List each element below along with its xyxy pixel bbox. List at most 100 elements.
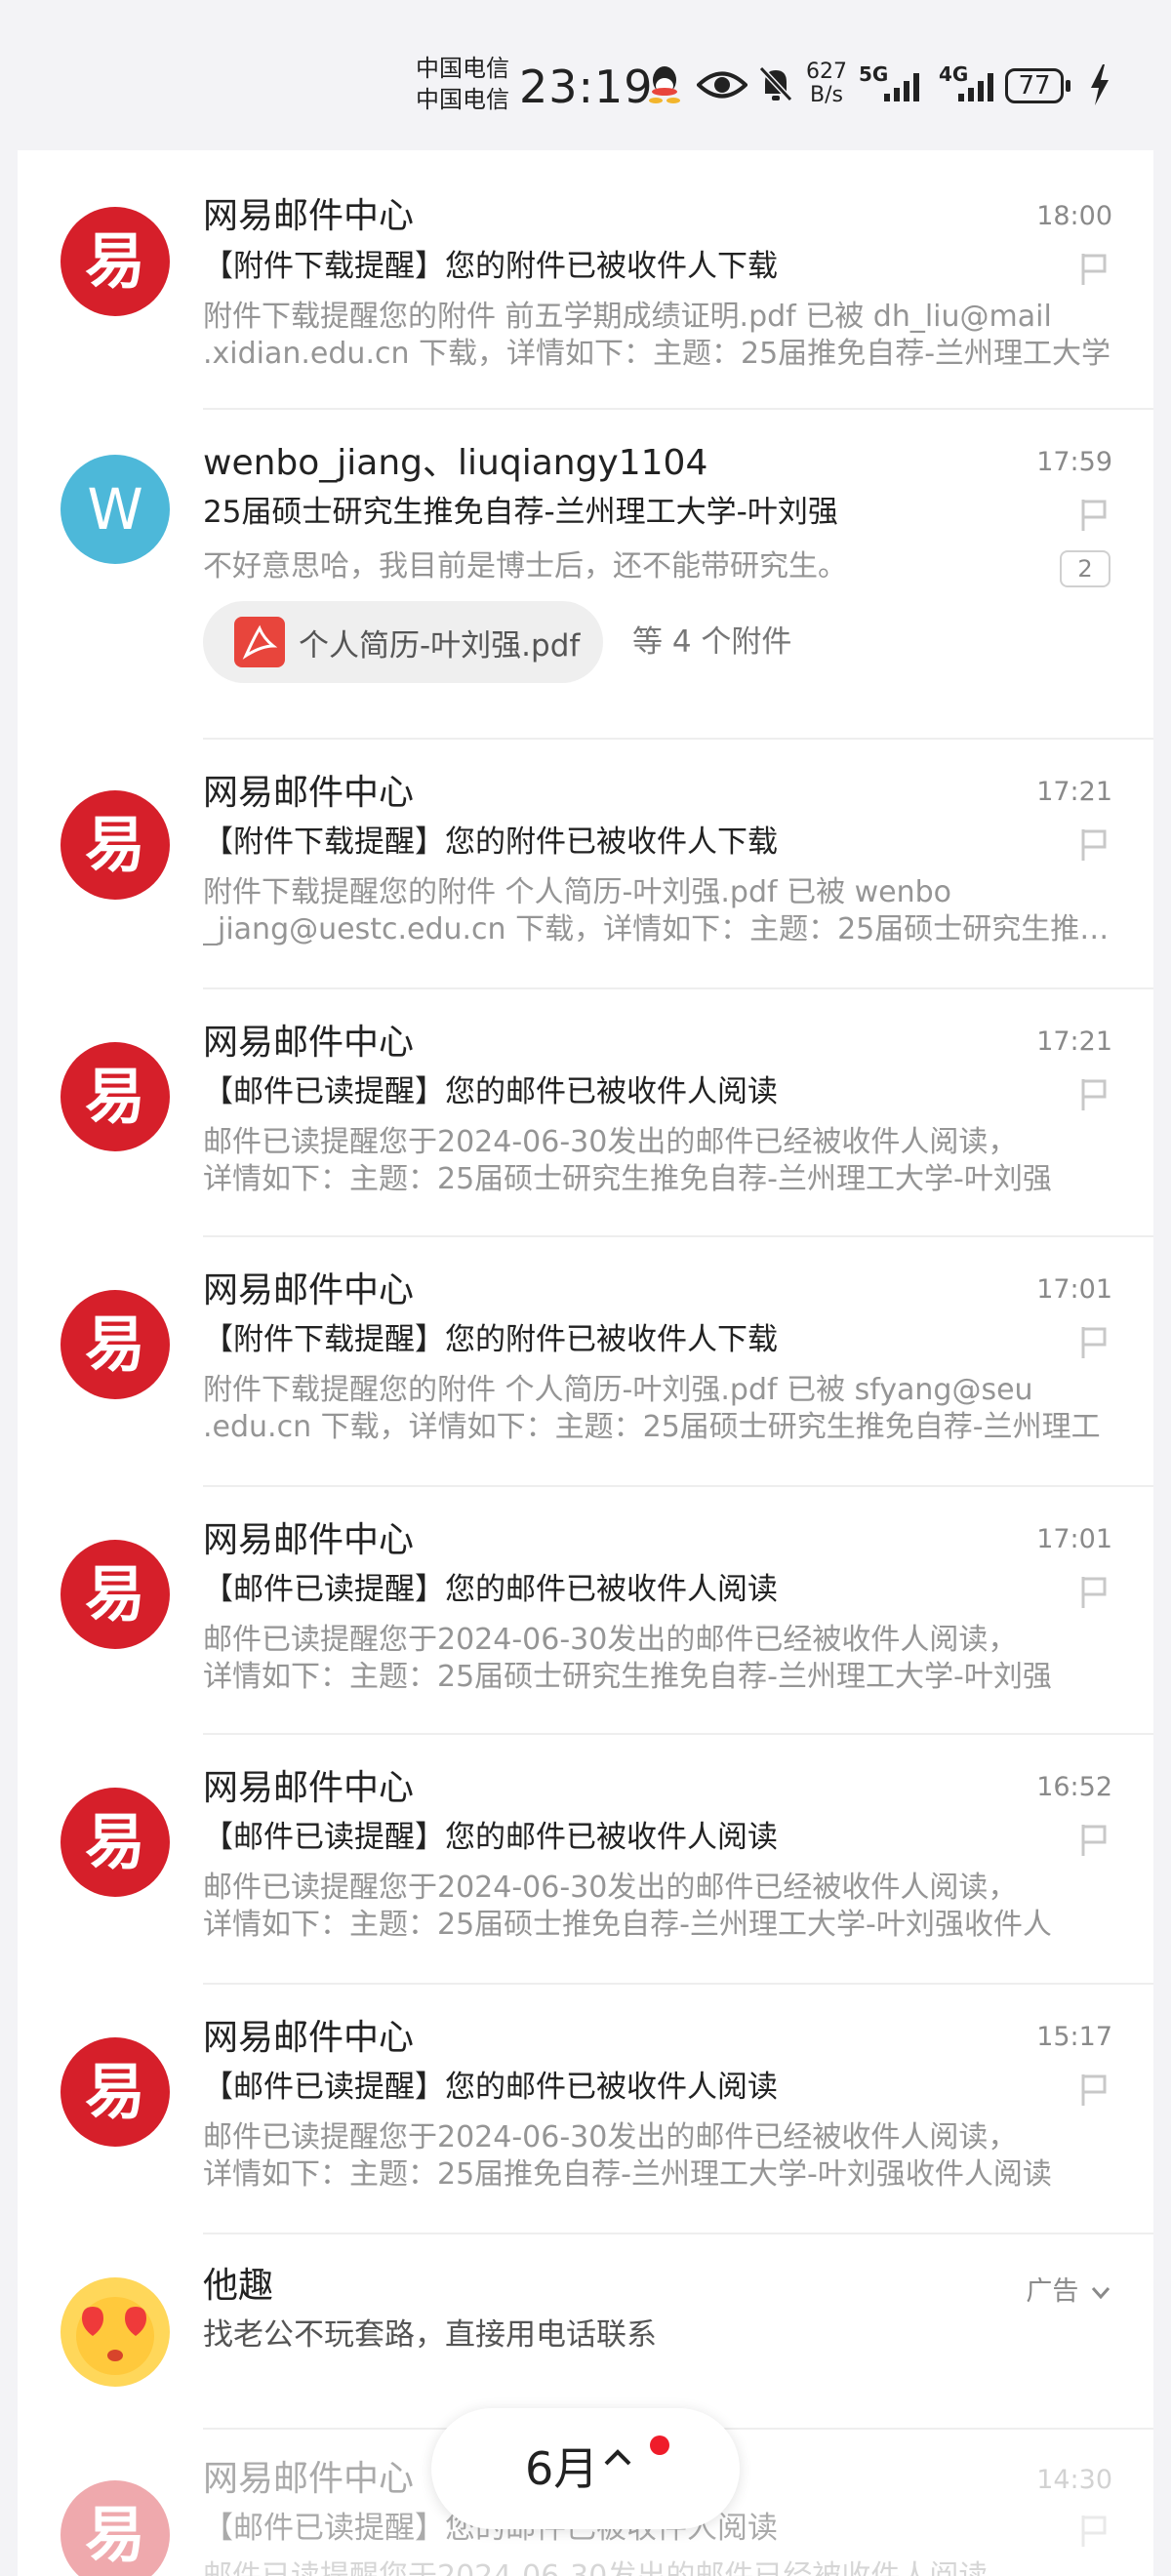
netease-logo-glyph: 易 (84, 809, 145, 880)
flag-icon[interactable] (1077, 1575, 1110, 1610)
netease-avatar: 易 (61, 2037, 170, 2147)
attachment-more-label: 等 4 个附件 (632, 624, 792, 660)
taqu-avatar (61, 2277, 170, 2387)
mail-preview-line-1: 不好意思哈，我目前是博士后，还不能带研究生。 (203, 549, 847, 584)
mail-item[interactable]: 易 网易邮件中心 17:01 【邮件已读提醒】您的邮件已被收件人阅读 邮件已读提… (18, 1487, 1153, 1735)
mail-subject: 【邮件已读提醒】您的邮件已被收件人阅读 (203, 1820, 778, 1855)
mail-time: 15:17 (1036, 2022, 1112, 2052)
month-selector-button[interactable]: 6月 (431, 2408, 740, 2529)
netease-avatar: 易 (61, 207, 170, 316)
mail-list[interactable]: 易 网易邮件中心 18:00 【附件下载提醒】您的附件已被收件人下载 附件下载提… (18, 150, 1153, 2576)
mail-preview: 邮件已读提醒您于2024-06-30发出的邮件已经被收件人阅读， 详情如下：主题… (203, 2119, 1120, 2194)
new-indicator-dot (650, 2435, 669, 2455)
netease-avatar: 易 (61, 1540, 170, 1649)
signal-icon (884, 73, 919, 101)
flag-icon[interactable] (1077, 1325, 1110, 1360)
netease-logo-glyph: 易 (84, 1061, 145, 1132)
attachment-chip[interactable]: 个人简历-叶刘强.pdf (203, 601, 604, 683)
flag-icon[interactable] (1077, 1077, 1110, 1112)
carrier-1: 中国电信 (416, 55, 509, 82)
mail-preview-line-2: 详情如下：主题：25届硕士研究生推免自荐-兰州理工大学-叶刘强 (203, 1660, 1052, 1694)
battery-level: 77 (1018, 71, 1051, 101)
mail-sender: 网易邮件中心 (203, 1023, 415, 1063)
status-time: 23:19 (519, 60, 654, 113)
mail-preview: 邮件已读提醒您于2024-06-30发出的邮件已经被收件人阅读， 详情如下：主题… (203, 1124, 1120, 1198)
carrier-labels: 中国电信 中国电信 (416, 53, 509, 115)
flag-icon[interactable] (1077, 252, 1110, 287)
mail-sender: 网易邮件中心 (203, 1270, 415, 1310)
mail-item[interactable]: 易 网易邮件中心 18:00 【附件下载提醒】您的附件已被收件人下载 附件下载提… (18, 150, 1153, 410)
pdf-icon (234, 617, 285, 667)
mail-time: 17:21 (1036, 777, 1112, 807)
mail-item[interactable]: 易 网易邮件中心 17:01 【附件下载提醒】您的附件已被收件人下载 附件下载提… (18, 1237, 1153, 1487)
mail-preview-line-1: 附件下载提醒您的附件 个人简历-叶刘强.pdf 已被 wenbo (203, 875, 952, 909)
mail-item[interactable]: W wenbo_jiang、liuqiangy1104 17:59 25届硕士研… (18, 410, 1153, 740)
bell-muted-icon (758, 65, 793, 102)
mail-preview-line-2: 详情如下：主题：25届硕士研究生推免自荐-兰州理工大学-叶刘强 (203, 1162, 1052, 1196)
mail-item[interactable]: 易 网易邮件中心 16:52 【邮件已读提醒】您的邮件已被收件人阅读 邮件已读提… (18, 1735, 1153, 1985)
mail-preview-line-1: 邮件已读提醒您于2024-06-30发出的邮件已经被收件人阅读， (203, 1125, 1018, 1159)
mail-item[interactable]: 易 网易邮件中心 17:21 【附件下载提醒】您的附件已被收件人下载 附件下载提… (18, 740, 1153, 989)
mail-preview: 邮件已读提醒您于2024-06-30发出的邮件已经被收件人阅读， 详情如下：主题… (203, 1870, 1120, 1944)
ad-label-text: 广告 (1026, 2276, 1079, 2307)
mail-subject: 【邮件已读提醒】您的邮件已被收件人阅读 (203, 2070, 778, 2105)
mail-item[interactable]: 易 网易邮件中心 15:17 【邮件已读提醒】您的邮件已被收件人阅读 邮件已读提… (18, 1985, 1153, 2234)
mail-subject: 【邮件已读提醒】您的邮件已被收件人阅读 (203, 1572, 778, 1607)
ad-item[interactable]: 他趣 广告 找老公不玩套路，直接用电话联系 (18, 2234, 1153, 2430)
mail-subject: 【邮件已读提醒】您的邮件已被收件人阅读 (203, 1074, 778, 1109)
avatar-letter: W (87, 476, 143, 543)
mail-sender: 网易邮件中心 (203, 773, 415, 813)
mail-time: 14:30 (1036, 2465, 1112, 2495)
charging-icon (1091, 64, 1109, 105)
mail-preview-line-1: 邮件已读提醒您于2024-06-30发出的邮件已经被收件人阅读 (203, 2558, 1120, 2576)
mail-preview-line-1: 附件下载提醒您的附件 个人简历-叶刘强.pdf 已被 sfyang@seu (203, 1373, 1033, 1407)
mail-preview: 邮件已读提醒您于2024-06-30发出的邮件已经被收件人阅读 (203, 2558, 1120, 2576)
netease-logo-glyph: 易 (84, 2056, 145, 2127)
mail-preview: 附件下载提醒您的附件 前五学期成绩证明.pdf 已被 dh_liu@mail .… (203, 299, 1120, 373)
eye-icon (697, 71, 747, 99)
contact-avatar: W (61, 455, 170, 564)
mail-preview-line-1: 附件下载提醒您的附件 前五学期成绩证明.pdf 已被 dh_liu@mail (203, 300, 1052, 334)
netease-avatar: 易 (61, 1788, 170, 1897)
mail-subject: 【附件下载提醒】您的附件已被收件人下载 (203, 249, 778, 284)
flag-icon[interactable] (1077, 498, 1110, 533)
netease-avatar: 易 (61, 2480, 170, 2576)
battery-indicator: 77 (1005, 68, 1070, 103)
mail-preview: 附件下载提醒您的附件 个人简历-叶刘强.pdf 已被 wenbo _jiang@… (203, 874, 1120, 948)
flag-icon[interactable] (1077, 1823, 1110, 1858)
mail-subject: 【附件下载提醒】您的附件已被收件人下载 (203, 825, 778, 860)
netease-logo-glyph: 易 (84, 1806, 145, 1877)
net-speed: 627 B/s (806, 60, 847, 107)
mail-sender: 网易邮件中心 (203, 2459, 415, 2499)
mail-preview-line-1: 邮件已读提醒您于2024-06-30发出的邮件已经被收件人阅读， (203, 2120, 1018, 2154)
ad-label[interactable]: 广告 (1026, 2270, 1110, 2308)
attachment-name: 个人简历-叶刘强.pdf (299, 627, 581, 664)
mail-preview: 邮件已读提醒您于2024-06-30发出的邮件已经被收件人阅读， 详情如下：主题… (203, 1622, 1120, 1696)
ad-text: 找老公不玩套路，直接用电话联系 (203, 2317, 657, 2353)
mail-time: 17:59 (1036, 447, 1112, 477)
flag-icon[interactable] (1077, 2514, 1110, 2549)
month-label: 6月 (525, 2442, 599, 2495)
netease-logo-glyph: 易 (84, 1558, 145, 1630)
mail-time: 16:52 (1036, 1772, 1112, 1802)
flag-icon[interactable] (1077, 2073, 1110, 2108)
mail-time: 17:01 (1036, 1524, 1112, 1554)
netease-avatar: 易 (61, 1042, 170, 1151)
netease-avatar: 易 (61, 790, 170, 900)
mail-time: 17:21 (1036, 1026, 1112, 1057)
mail-sender: 网易邮件中心 (203, 2018, 415, 2058)
mail-preview-line-2: 详情如下：主题：25届硕士推免自荐-兰州理工大学-叶刘强收件人 (203, 1908, 1052, 1942)
net-speed-value: 627 (806, 60, 847, 84)
mail-preview: 不好意思哈，我目前是博士后，还不能带研究生。 (203, 548, 1042, 585)
flag-icon[interactable] (1077, 827, 1110, 863)
mail-sender: 网易邮件中心 (203, 196, 415, 236)
mail-preview-line-2: 详情如下：主题：25届推免自荐-兰州理工大学-叶刘强收件人阅读 (203, 2157, 1052, 2192)
mail-time: 17:01 (1036, 1274, 1112, 1305)
mail-sender: 网易邮件中心 (203, 1520, 415, 1560)
mail-item[interactable]: 易 网易邮件中心 17:21 【邮件已读提醒】您的邮件已被收件人阅读 邮件已读提… (18, 989, 1153, 1237)
status-bar: 中国电信 中国电信 23:19 627 B/s 5G 4G 77 (0, 0, 1171, 156)
chevron-down-icon (1091, 2287, 1110, 2300)
mail-preview: 附件下载提醒您的附件 个人简历-叶刘强.pdf 已被 sfyang@seu .e… (203, 1372, 1120, 1446)
netease-logo-glyph: 易 (84, 2499, 145, 2570)
mail-preview-line-1: 邮件已读提醒您于2024-06-30发出的邮件已经被收件人阅读， (203, 1623, 1018, 1657)
